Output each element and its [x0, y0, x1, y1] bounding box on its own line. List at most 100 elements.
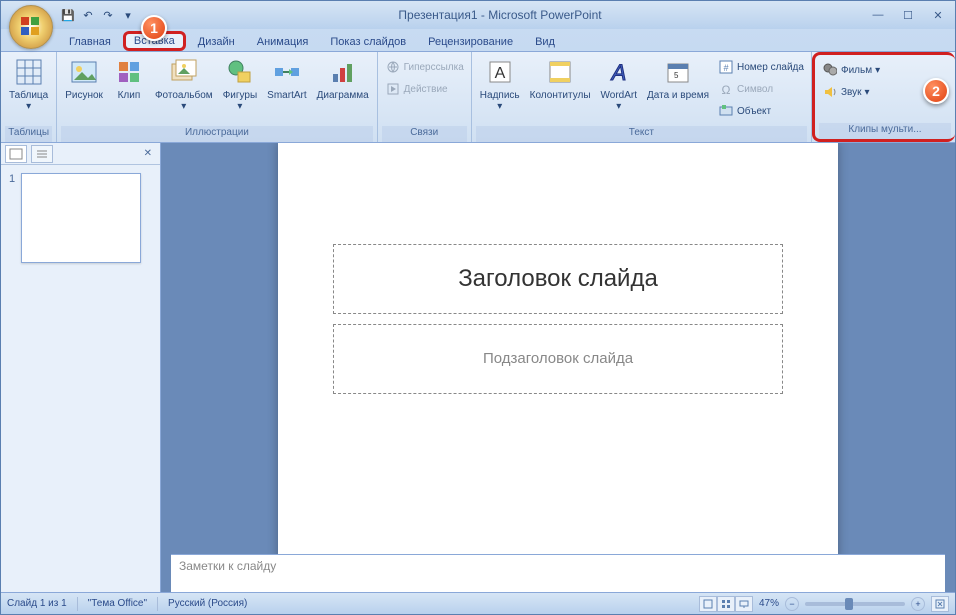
slide-area[interactable]: Заголовок слайда Подзаголовок слайда	[161, 143, 955, 554]
movie-label: Фильм	[841, 65, 872, 76]
svg-text:#: #	[724, 63, 729, 73]
sound-label: Звук	[841, 87, 862, 98]
thumb-item[interactable]: 1	[9, 173, 152, 263]
thumb-preview[interactable]	[21, 173, 141, 263]
minimize-button[interactable]: —	[863, 5, 893, 25]
action-button: Действие	[382, 78, 467, 100]
tab-animation[interactable]: Анимация	[247, 33, 319, 51]
sound-icon	[822, 84, 838, 100]
app-window: 💾 ↶ ↷ ▾ Презентация1 - Microsoft PowerPo…	[0, 0, 956, 615]
clip-icon	[113, 56, 145, 88]
textbox-button[interactable]: A Надпись▾	[476, 54, 524, 114]
view-show[interactable]	[735, 596, 753, 612]
slides-panel: ✕ 1	[1, 143, 161, 592]
qat-dropdown[interactable]: ▾	[119, 6, 137, 24]
separator	[157, 597, 158, 611]
panel-tab-outline[interactable]	[31, 145, 53, 163]
panel-close[interactable]: ✕	[140, 148, 156, 159]
clip-button[interactable]: Клип	[109, 54, 149, 103]
zoom-out[interactable]: −	[785, 597, 799, 611]
save-button[interactable]: 💾	[59, 6, 77, 24]
wordart-button[interactable]: A WordArt▾	[597, 54, 642, 114]
tab-review[interactable]: Рецензирование	[418, 33, 523, 51]
view-normal[interactable]	[699, 596, 717, 612]
object-icon	[718, 103, 734, 119]
group-illustrations: Рисунок Клип Фотоальбом▾ Фигуры▾ SmartAr…	[57, 52, 377, 142]
action-icon	[385, 81, 401, 97]
slidenum-icon: #	[718, 59, 734, 75]
symbol-label: Символ	[737, 84, 773, 95]
title-placeholder[interactable]: Заголовок слайда	[333, 244, 783, 314]
clip-label: Клип	[118, 90, 141, 101]
wordart-label: WordArt▾	[601, 90, 638, 112]
smartart-button[interactable]: SmartArt	[263, 54, 310, 103]
status-slide: Слайд 1 из 1	[7, 598, 67, 609]
workspace: ✕ 1 Заголовок слайда Подзаголовок слайда…	[1, 143, 955, 592]
thumb-number: 1	[9, 173, 15, 263]
group-text-label: Текст	[476, 126, 807, 142]
headerfooter-icon	[544, 56, 576, 88]
table-icon	[13, 56, 45, 88]
close-button[interactable]: ✕	[923, 5, 953, 25]
panel-tab-slides[interactable]	[5, 145, 27, 163]
picture-icon	[68, 56, 100, 88]
window-title: Презентация1 - Microsoft PowerPoint	[137, 8, 863, 22]
album-button[interactable]: Фотоальбом▾	[151, 54, 217, 114]
view-sorter[interactable]	[717, 596, 735, 612]
group-tables: Таблица▾ Таблицы	[1, 52, 57, 142]
picture-label: Рисунок	[65, 90, 103, 101]
tab-design[interactable]: Дизайн	[188, 33, 245, 51]
group-links-label: Связи	[382, 126, 467, 142]
zoom-percent[interactable]: 47%	[759, 598, 779, 609]
datetime-button[interactable]: 5 Дата и время	[643, 54, 713, 103]
maximize-button[interactable]: ☐	[893, 5, 923, 25]
headerfooter-button[interactable]: Колонтитулы	[526, 54, 595, 103]
ribbon-tabs: Главная Вставка Дизайн Анимация Показ сл…	[1, 29, 955, 51]
action-label: Действие	[404, 84, 448, 95]
picture-button[interactable]: Рисунок	[61, 54, 107, 103]
group-tables-label: Таблицы	[5, 126, 52, 142]
symbol-button: Ω Символ	[715, 78, 807, 100]
object-label: Объект	[737, 106, 771, 117]
smartart-label: SmartArt	[267, 90, 306, 101]
zoom-fit[interactable]	[931, 596, 949, 612]
hyperlink-icon	[385, 59, 401, 75]
zoom-thumb[interactable]	[845, 598, 853, 610]
office-button[interactable]	[9, 5, 53, 49]
chart-label: Диаграмма	[317, 90, 369, 101]
album-icon	[168, 56, 200, 88]
redo-button[interactable]: ↷	[99, 6, 117, 24]
object-button[interactable]: Объект	[715, 100, 807, 122]
datetime-icon: 5	[662, 56, 694, 88]
undo-button[interactable]: ↶	[79, 6, 97, 24]
zoom-in[interactable]: +	[911, 597, 925, 611]
svg-text:5: 5	[674, 71, 679, 80]
thumbnails: 1	[1, 165, 160, 271]
subtitle-placeholder[interactable]: Подзаголовок слайда	[333, 324, 783, 394]
notes-pane[interactable]: Заметки к слайду	[171, 554, 945, 592]
tab-slideshow[interactable]: Показ слайдов	[320, 33, 416, 51]
slidenum-label: Номер слайда	[737, 62, 804, 73]
statusbar: Слайд 1 из 1 "Тема Office" Русский (Росс…	[1, 592, 955, 614]
group-media: Фильм ▾ Звук ▾ Клипы мульти... 2	[812, 52, 955, 142]
quick-access-toolbar: 💾 ↶ ↷ ▾	[59, 6, 137, 24]
movie-button[interactable]: Фильм ▾	[819, 59, 883, 81]
slide-canvas[interactable]: Заголовок слайда Подзаголовок слайда	[278, 143, 838, 554]
window-controls: — ☐ ✕	[863, 5, 953, 25]
callout-2: 2	[923, 78, 949, 104]
table-label: Таблица▾	[9, 90, 48, 112]
status-language[interactable]: Русский (Россия)	[168, 598, 247, 609]
album-label: Фотоальбом▾	[155, 90, 213, 112]
sound-button[interactable]: Звук ▾	[819, 81, 883, 103]
textbox-label: Надпись▾	[480, 90, 520, 112]
tab-view[interactable]: Вид	[525, 33, 565, 51]
table-button[interactable]: Таблица▾	[5, 54, 52, 114]
movie-icon	[822, 62, 838, 78]
zoom-slider[interactable]	[805, 602, 905, 606]
hyperlink-label: Гиперссылка	[404, 62, 464, 73]
chart-button[interactable]: Диаграмма	[313, 54, 373, 103]
tab-home[interactable]: Главная	[59, 33, 121, 51]
shapes-button[interactable]: Фигуры▾	[219, 54, 261, 114]
group-illus-label: Иллюстрации	[61, 126, 372, 142]
slidenum-button[interactable]: # Номер слайда	[715, 56, 807, 78]
